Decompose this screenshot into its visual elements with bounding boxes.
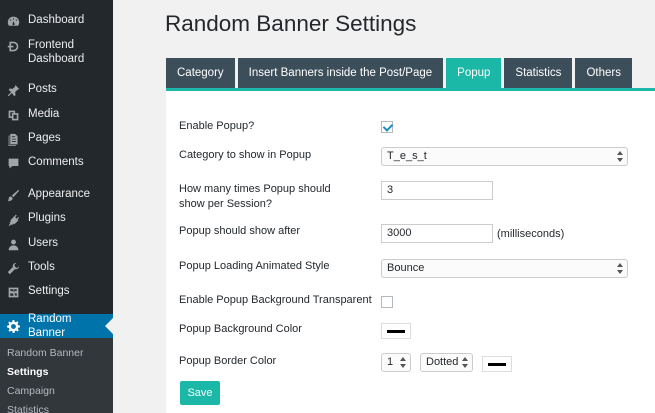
tab-popup[interactable]: Popup bbox=[446, 58, 502, 89]
plugins-icon bbox=[6, 212, 20, 226]
border-style-select[interactable]: Dotted bbox=[420, 353, 473, 372]
frontend-dashboard-icon bbox=[6, 39, 20, 53]
gear-icon bbox=[6, 320, 20, 334]
submenu-item-settings[interactable]: Settings bbox=[0, 363, 113, 382]
times-per-session-label: How many times Popup should show per Ses… bbox=[179, 183, 331, 210]
animation-style-select[interactable]: Bounce bbox=[381, 259, 628, 278]
chevron-updown-icon bbox=[462, 356, 469, 369]
save-button[interactable]: Save bbox=[180, 381, 220, 405]
background-color-picker[interactable] bbox=[381, 323, 411, 339]
popup-settings-panel: Enable Popup? Category to show in Popup … bbox=[166, 91, 655, 413]
sidebar-item-random-banner[interactable]: Random Banner bbox=[0, 313, 113, 339]
category-select-value: T_e_s_t bbox=[387, 150, 427, 162]
settings-icon bbox=[6, 285, 20, 299]
border-width-select[interactable]: 1 bbox=[381, 353, 411, 372]
color-swatch bbox=[387, 330, 405, 333]
category-select[interactable]: T_e_s_t bbox=[381, 147, 628, 166]
sidebar-item-label: Random Banner bbox=[28, 313, 72, 339]
show-after-label: Popup should show after bbox=[179, 225, 301, 237]
submenu-item-random-banner[interactable]: Random Banner bbox=[0, 344, 113, 363]
enable-popup-label: Enable Popup? bbox=[179, 120, 255, 132]
border-color-label: Popup Border Color bbox=[179, 355, 277, 367]
enable-popup-checkbox[interactable] bbox=[381, 121, 393, 133]
category-label: Category to show in Popup bbox=[179, 149, 312, 161]
tab-others[interactable]: Others bbox=[575, 58, 632, 89]
submenu-item-campaign[interactable]: Campaign bbox=[0, 382, 113, 401]
milliseconds-unit: (milliseconds) bbox=[497, 228, 565, 240]
pages-icon bbox=[6, 132, 20, 146]
sidebar-item-media[interactable]: Media bbox=[0, 107, 113, 122]
transparent-background-label: Enable Popup Background Transparent bbox=[179, 294, 372, 306]
media-icon bbox=[6, 108, 20, 122]
sidebar-item-label: Dashboard bbox=[28, 14, 85, 26]
border-width-value: 1 bbox=[387, 356, 394, 368]
random-banner-submenu: Random Banner Settings Campaign Statisti… bbox=[0, 338, 113, 413]
sidebar-item-label: Frontend Dashboard bbox=[28, 39, 85, 65]
sidebar-item-label: Tools bbox=[28, 261, 55, 273]
border-color-picker[interactable] bbox=[482, 356, 512, 372]
animation-style-label: Popup Loading Animated Style bbox=[179, 260, 330, 272]
animation-style-value: Bounce bbox=[387, 262, 425, 274]
sidebar-item-label: Users bbox=[28, 237, 59, 249]
sidebar-item-frontend-dashboard[interactable]: Frontend Dashboard bbox=[0, 38, 113, 66]
submenu-item-statistics[interactable]: Statistics bbox=[0, 401, 113, 413]
sidebar-item-comments[interactable]: Comments bbox=[0, 155, 113, 170]
sidebar-item-appearance[interactable]: Appearance bbox=[0, 187, 113, 202]
sidebar-item-users[interactable]: Users bbox=[0, 236, 113, 251]
sidebar-item-dashboard[interactable]: Dashboard bbox=[0, 13, 113, 28]
transparent-background-checkbox[interactable] bbox=[381, 296, 393, 308]
chevron-updown-icon bbox=[617, 262, 624, 275]
chevron-updown-icon bbox=[400, 356, 407, 369]
sidebar-item-label: Plugins bbox=[28, 212, 66, 224]
sidebar-item-label: Appearance bbox=[28, 188, 91, 200]
active-menu-arrow bbox=[105, 318, 113, 334]
comments-icon bbox=[6, 156, 20, 170]
sidebar-item-pages[interactable]: Pages bbox=[0, 131, 113, 146]
users-icon bbox=[6, 237, 20, 251]
border-style-value: Dotted bbox=[426, 356, 459, 368]
sidebar-item-plugins[interactable]: Plugins bbox=[0, 211, 113, 226]
sidebar-item-label: Comments bbox=[28, 156, 84, 168]
sidebar-item-label: Media bbox=[28, 108, 60, 120]
dashboard-icon bbox=[6, 14, 20, 28]
background-color-label: Popup Background Color bbox=[179, 323, 302, 335]
sidebar-item-settings[interactable]: Settings bbox=[0, 284, 113, 299]
show-after-input[interactable]: 3000 bbox=[381, 224, 493, 243]
color-swatch bbox=[488, 363, 506, 366]
main-content: Random Banner Settings Category Insert B… bbox=[113, 0, 655, 413]
sidebar-item-label: Settings bbox=[28, 285, 70, 297]
chevron-updown-icon bbox=[617, 150, 624, 163]
page-title: Random Banner Settings bbox=[165, 11, 417, 36]
sidebar-item-posts[interactable]: Posts bbox=[0, 82, 113, 97]
tab-statistics[interactable]: Statistics bbox=[504, 58, 573, 89]
tab-category[interactable]: Category bbox=[166, 58, 235, 89]
pin-icon bbox=[6, 83, 20, 97]
paintbrush-icon bbox=[6, 188, 20, 202]
wrench-icon bbox=[6, 261, 20, 275]
settings-tabs: Category Insert Banners inside the Post/… bbox=[166, 58, 635, 89]
times-per-session-input[interactable]: 3 bbox=[381, 181, 493, 200]
sidebar-item-tools[interactable]: Tools bbox=[0, 260, 113, 275]
sidebar-item-label: Posts bbox=[28, 83, 57, 95]
sidebar-item-label: Pages bbox=[28, 132, 61, 144]
tab-insert-banners[interactable]: Insert Banners inside the Post/Page bbox=[237, 58, 444, 89]
admin-sidebar: Dashboard Frontend Dashboard Posts Media… bbox=[0, 0, 113, 413]
